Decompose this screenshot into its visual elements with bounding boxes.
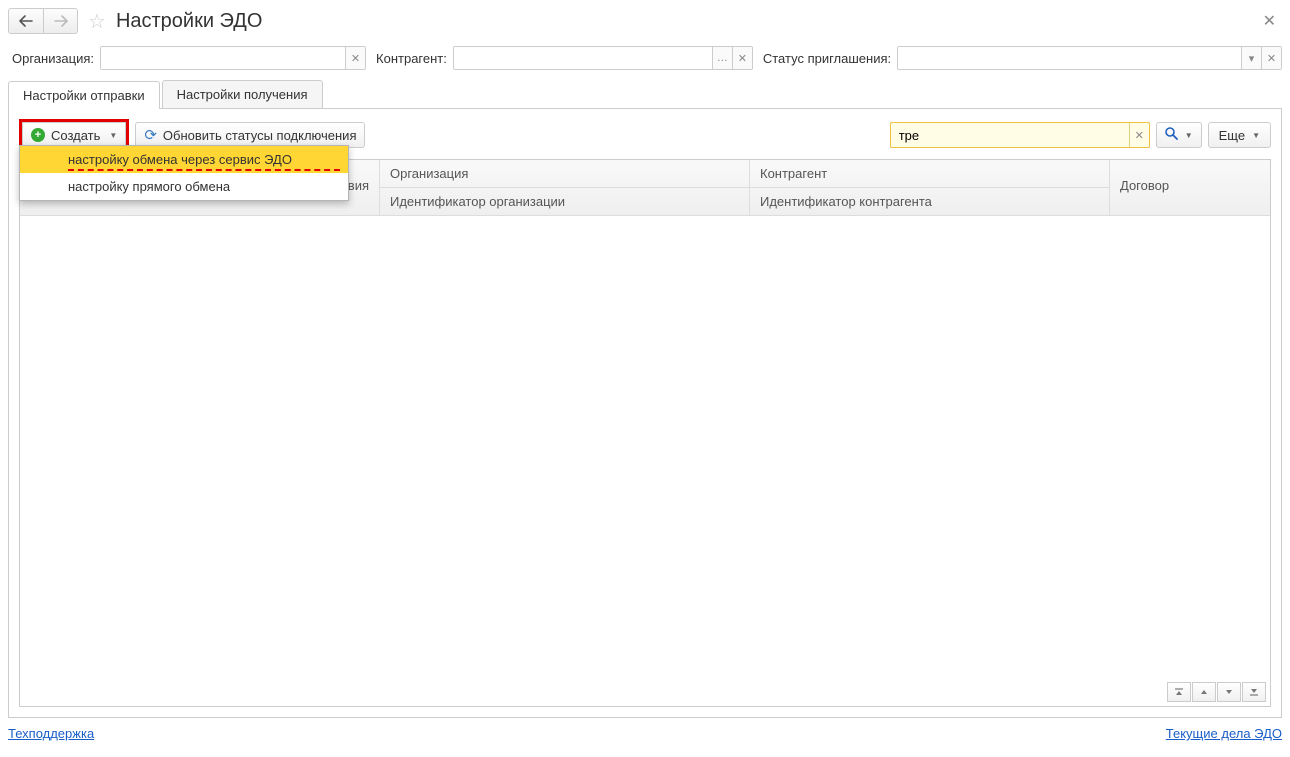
status-input-group: ▾ ✕ (897, 46, 1282, 70)
chevron-down-icon: ▼ (1252, 131, 1260, 140)
grid-scroll-buttons (1167, 682, 1266, 702)
search-clear-button[interactable]: ✕ (1129, 123, 1149, 147)
menu-item-edo-service[interactable]: настройку обмена через сервис ЭДО (20, 146, 348, 173)
more-button[interactable]: Еще ▼ (1208, 122, 1271, 148)
grid-col-contract-label: Договор (1110, 160, 1270, 211)
scroll-top-button[interactable] (1167, 682, 1191, 702)
back-button[interactable] (9, 9, 43, 33)
plus-icon: + (31, 128, 45, 142)
tab-receive-settings[interactable]: Настройки получения (162, 80, 323, 108)
refresh-button-label: Обновить статусы подключения (163, 128, 357, 143)
scroll-bottom-button[interactable] (1242, 682, 1266, 702)
data-grid: вия Организация Идентификатор организаци… (19, 159, 1271, 707)
contr-input[interactable] (454, 47, 712, 69)
contr-label: Контрагент: (376, 51, 447, 66)
org-label: Организация: (12, 51, 94, 66)
search-icon (1165, 127, 1178, 143)
grid-col-organization[interactable]: Организация Идентификатор организации (380, 160, 750, 215)
tabs-header: Настройки отправки Настройки получения (8, 80, 1282, 109)
status-input[interactable] (898, 47, 1241, 69)
status-clear-button[interactable]: ✕ (1261, 47, 1281, 69)
more-button-label: Еще (1219, 128, 1245, 143)
support-link[interactable]: Техподдержка (8, 726, 94, 741)
status-dropdown-button[interactable]: ▾ (1241, 47, 1261, 69)
contr-clear-button[interactable]: ✕ (732, 47, 752, 69)
menu-item-direct-exchange[interactable]: настройку прямого обмена (20, 173, 348, 200)
create-button-label: Создать (51, 128, 100, 143)
grid-col-org-id-label: Идентификатор организации (380, 188, 749, 215)
grid-col-contr-id-label: Идентификатор контрагента (750, 188, 1109, 215)
scroll-up-button[interactable] (1192, 682, 1216, 702)
search-button[interactable]: ▼ (1156, 122, 1202, 148)
nav-buttons (8, 8, 78, 34)
footer-links: Техподдержка Текущие дела ЭДО (8, 726, 1282, 741)
scroll-down-button[interactable] (1217, 682, 1241, 702)
org-input-group: ✕ (100, 46, 366, 70)
chevron-down-icon: ▼ (1185, 131, 1193, 140)
org-input[interactable] (101, 47, 345, 69)
favorite-star-icon[interactable]: ☆ (88, 9, 106, 34)
tab-send-settings[interactable]: Настройки отправки (8, 81, 160, 109)
contr-select-button[interactable]: … (712, 47, 732, 69)
page-title: Настройки ЭДО (116, 10, 262, 33)
tab-panel: + Создать ▼ ⟳ Обновить статусы подключен… (8, 109, 1282, 718)
grid-col-contr-label: Контрагент (750, 160, 1109, 188)
close-button[interactable]: ✕ (1257, 11, 1282, 31)
forward-button (43, 9, 77, 33)
search-box: ✕ (890, 122, 1150, 148)
create-dropdown-menu: настройку обмена через сервис ЭДО настро… (19, 145, 349, 201)
grid-col-contragent[interactable]: Контрагент Идентификатор контрагента (750, 160, 1110, 215)
current-edo-link[interactable]: Текущие дела ЭДО (1166, 726, 1282, 741)
toolbar: + Создать ▼ ⟳ Обновить статусы подключен… (19, 119, 1271, 151)
status-label: Статус приглашения: (763, 51, 891, 66)
grid-col-org-label: Организация (380, 160, 749, 188)
refresh-icon: ⟳ (144, 126, 157, 144)
grid-col-contract[interactable]: Договор (1110, 160, 1270, 215)
chevron-down-icon: ▼ (109, 131, 117, 140)
search-input[interactable] (891, 123, 1129, 147)
grid-body[interactable] (20, 216, 1270, 706)
contr-input-group: … ✕ (453, 46, 753, 70)
org-clear-button[interactable]: ✕ (345, 47, 365, 69)
